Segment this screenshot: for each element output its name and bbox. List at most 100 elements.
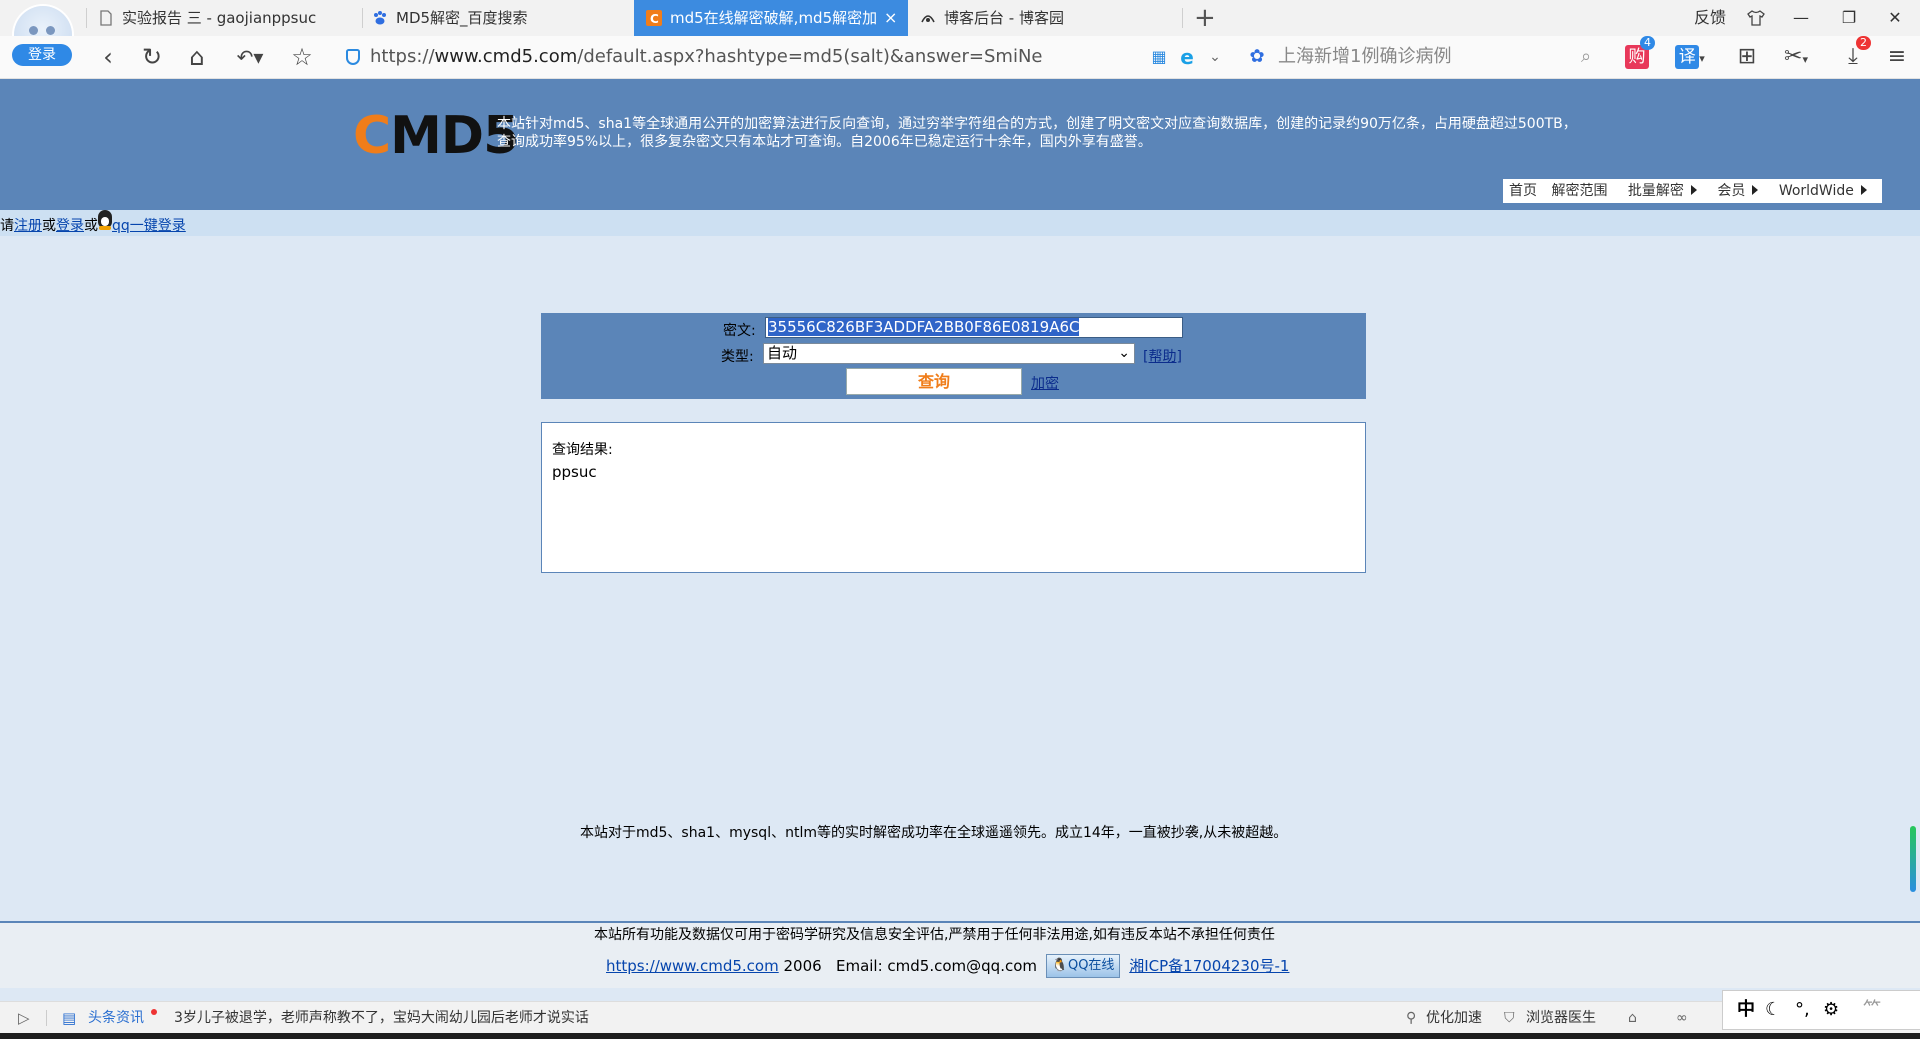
tab-separator (1182, 8, 1183, 28)
navigation-bar: ‹ ↻ ⌂ ↶▾ ☆ https://www.cmd5.com/default.… (0, 36, 1920, 79)
tab-baidu-search[interactable]: MD5解密_百度搜索 (372, 0, 632, 36)
punctuation-icon[interactable]: °, (1795, 991, 1810, 1029)
menu-icon[interactable]: ≡ (1882, 36, 1912, 78)
register-link[interactable]: 注册 (14, 218, 42, 234)
scroll-indicator[interactable] (1910, 826, 1916, 892)
security-shield-icon (346, 49, 360, 65)
qq-penguin-icon (98, 210, 112, 230)
help-link[interactable]: [帮助] (1143, 346, 1182, 366)
bamboo-icon: ⺮ (1863, 999, 1881, 1020)
windows-taskbar (0, 1033, 1920, 1039)
document-icon (98, 3, 114, 26)
skin-shirt-icon[interactable] (1742, 0, 1770, 36)
qr-code-icon[interactable]: ▦ (1148, 36, 1170, 78)
close-window-icon[interactable]: ✕ (1880, 0, 1910, 36)
hash-type-select[interactable]: 自动 ⌄ (763, 343, 1135, 364)
caret-right-icon (1860, 185, 1867, 195)
menu-item-range[interactable]: 解密范围 (1551, 183, 1607, 199)
news-label[interactable]: 头条资讯 (88, 1002, 144, 1034)
menu-item-batch[interactable]: 批量解密 (1622, 183, 1697, 199)
cnblogs-icon (920, 3, 936, 23)
tab-separator (362, 8, 363, 28)
cloud-icon[interactable]: ⌂ (1628, 1002, 1637, 1034)
status-bar: ▷ ▤ 头条资讯 3岁儿子被退学，老师声称教不了，宝妈大闹幼儿园后老师才说实话 … (0, 1001, 1920, 1034)
qq-penguin-icon: 🐧 (1051, 958, 1068, 973)
qq-online-button[interactable]: 🐧QQ在线 (1045, 954, 1121, 978)
svg-text:C: C (650, 12, 659, 26)
shopping-badge: 4 (1640, 36, 1655, 50)
back-icon[interactable]: ‹ (96, 36, 120, 78)
footer-email: Email: cmd5.com@qq.com (835, 957, 1037, 975)
download-badge: 2 (1856, 36, 1871, 50)
menu-item-home[interactable]: 首页 (1509, 183, 1537, 199)
status-separator (46, 1010, 47, 1026)
close-tab-icon[interactable]: × (884, 0, 897, 36)
browser-doctor-button[interactable]: 浏览器医生 (1526, 1002, 1596, 1034)
encrypt-link[interactable]: 加密 (1031, 373, 1059, 393)
caret-right-icon (1752, 185, 1759, 195)
rocket-icon: ⚲ (1406, 1010, 1417, 1026)
menu-item-worldwide[interactable]: WorldWide (1773, 183, 1867, 199)
restore-icon[interactable]: ❐ (1834, 0, 1864, 36)
feedback-button[interactable]: 反馈 (1690, 0, 1730, 36)
icp-link[interactable]: 湘ICP备17004230号-1 (1129, 957, 1289, 975)
reload-icon[interactable]: ↻ (138, 36, 166, 78)
footer-disclaimer: 本站所有功能及数据仅可用于密码学研究及信息安全评估,严禁用于任何非法用途,如有违… (594, 927, 1275, 943)
query-panel: 密文: 35556C826BF3ADDFA2BB0F86E0819A6C 类型:… (541, 313, 1366, 399)
site-menu: 首页 解密范围 批量解密 会员 WorldWide (1503, 179, 1882, 203)
tab-cnblogs[interactable]: 博客后台 - 博客园 (920, 0, 1180, 36)
moon-icon[interactable]: ☾ (1765, 991, 1781, 1029)
optimize-button[interactable]: 优化加速 (1426, 1002, 1482, 1034)
site-slogan: 本站对于md5、sha1、mysql、ntlm等的实时解密成功率在全球遥遥领先。… (580, 825, 1288, 841)
address-bar[interactable]: https://www.cmd5.com/default.aspx?hashty… (370, 36, 1042, 78)
footer-info: https://www.cmd5.com 2006 Email: cmd5.co… (606, 954, 1289, 978)
tab-bar: 实验报告 三 - gaojianppsuc MD5解密_百度搜索 Cmd5在线解… (0, 0, 1920, 64)
search-input[interactable]: 上海新增1例确诊病例 (1278, 36, 1451, 78)
sidebar-toggle-icon[interactable]: ▷ (18, 1002, 30, 1034)
cmd5-logo[interactable]: CMD5 (353, 108, 519, 164)
search-icon[interactable]: ⌕ (1574, 36, 1598, 78)
menu-item-member[interactable]: 会员 (1711, 183, 1759, 199)
minimize-icon[interactable]: — (1786, 0, 1816, 36)
login-link[interactable]: 登录 (56, 218, 84, 234)
login-prompt-bar: 请注册或登录或 qq一键登录 (0, 210, 1920, 236)
glasses-icon[interactable]: ∞ (1676, 1002, 1688, 1034)
tab-lab-report[interactable]: 实验报告 三 - gaojianppsuc (98, 0, 358, 36)
ime-toolbar: 中 ☾ °, ⚙ ⺮ (1722, 990, 1920, 1030)
cmd5-favicon-icon: C (646, 3, 662, 26)
ime-mode[interactable]: 中 (1737, 991, 1755, 1029)
cipher-input[interactable]: 35556C826BF3ADDFA2BB0F86E0819A6C (765, 317, 1183, 338)
baidu-paw-icon: ✿ (1249, 46, 1265, 67)
url-scheme: https:// (370, 46, 435, 67)
caret-right-icon (1690, 185, 1697, 195)
undo-close-icon[interactable]: ↶▾ (230, 36, 270, 78)
qq-login-link[interactable]: qq一键登录 (112, 218, 186, 234)
url-host: www.cmd5.com (434, 46, 578, 67)
query-button[interactable]: 查询 (846, 368, 1022, 395)
tab-cmd5-active[interactable]: Cmd5在线解密破解,md5解密加 (634, 0, 908, 36)
tab-separator (86, 8, 87, 28)
type-label: 类型: (721, 349, 754, 365)
result-value: ppsuc (552, 463, 597, 481)
apps-grid-icon[interactable]: ⊞ (1732, 36, 1762, 78)
site-intro: 本站针对md5、sha1等全球通用公开的加密算法进行反向查询，通过穷举字符组合的… (497, 116, 1577, 150)
engine-dropdown-icon[interactable]: ⌄ (1204, 36, 1226, 78)
cipher-label: 密文: (723, 323, 756, 339)
home-icon[interactable]: ⌂ (182, 36, 212, 78)
chevron-down-icon: ⌄ (1118, 345, 1130, 361)
settings-gear-icon[interactable]: ⚙ (1823, 991, 1839, 1029)
footer-year: 2006 (783, 957, 822, 975)
new-tab-button[interactable]: + (1194, 0, 1216, 36)
news-dot (151, 1009, 157, 1015)
news-headline[interactable]: 3岁儿子被退学，老师声称教不了，宝妈大闹幼儿园后老师才说实话 (174, 1002, 589, 1034)
translate-icon[interactable]: 译 ▾ (1670, 36, 1710, 78)
url-path: /default.aspx?hashtype=md5(salt)&answer=… (577, 46, 1043, 67)
doctor-shield-icon: ⛉ (1504, 1010, 1515, 1026)
bookmark-star-icon[interactable]: ☆ (288, 36, 316, 78)
site-home-link[interactable]: https://www.cmd5.com (606, 957, 779, 975)
news-icon: ▤ (62, 1009, 77, 1027)
browser-login-button[interactable]: 登录 (12, 44, 72, 66)
baidu-paw-icon (372, 3, 388, 25)
screenshot-scissors-icon[interactable]: ✂▾ (1776, 36, 1816, 78)
ie-engine-icon[interactable]: e (1176, 36, 1198, 78)
